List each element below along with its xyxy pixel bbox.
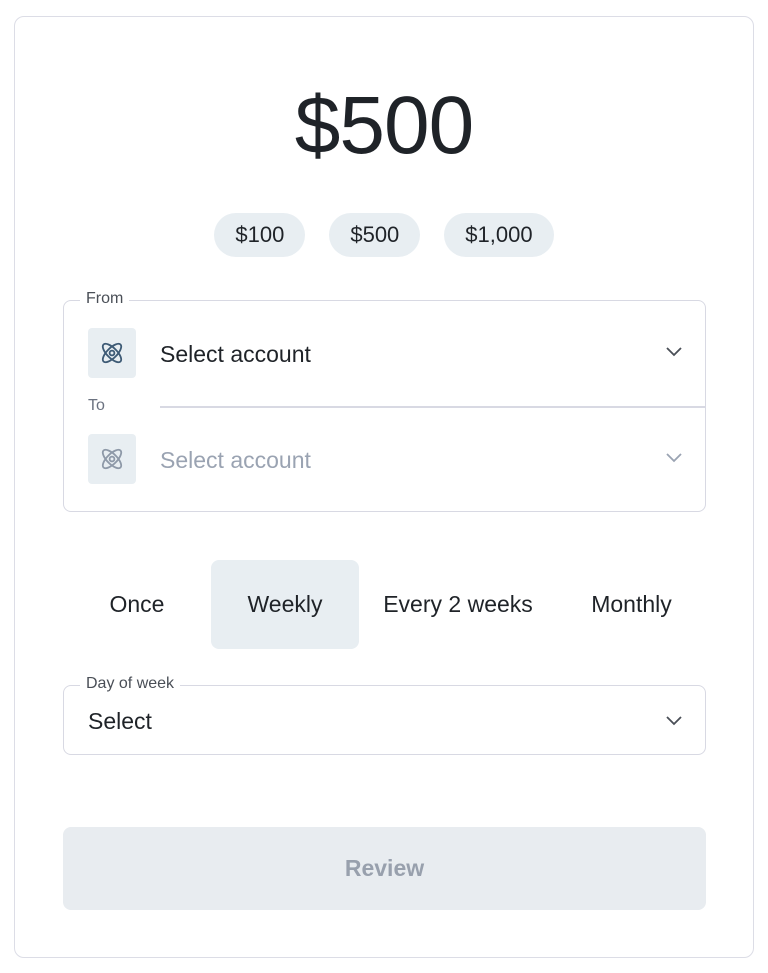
chevron-down-icon <box>666 347 682 357</box>
preset-amounts: $100 $500 $1,000 <box>15 213 753 257</box>
frequency-weekly[interactable]: Weekly <box>211 560 359 649</box>
linked-rings-icon <box>88 328 136 378</box>
frequency-monthly[interactable]: Monthly <box>557 560 706 649</box>
to-account-select[interactable]: Select account <box>64 407 705 513</box>
transfer-card: $500 $100 $500 $1,000 From Select accoun… <box>14 16 754 958</box>
frequency-once[interactable]: Once <box>63 560 211 649</box>
chevron-down-icon <box>666 716 682 726</box>
from-account-select[interactable]: Select account <box>64 301 705 407</box>
day-of-week-select[interactable]: Day of week Select <box>63 674 706 755</box>
to-account-text: Select account <box>160 446 311 473</box>
chevron-down-icon <box>666 453 682 463</box>
preset-chip-100[interactable]: $100 <box>214 213 306 257</box>
preset-chip-1000[interactable]: $1,000 <box>444 213 554 257</box>
linked-rings-icon <box>88 434 136 484</box>
accounts-fieldset: From Select account To Select account <box>63 289 706 513</box>
from-account-text: Select account <box>160 340 311 367</box>
amount-display[interactable]: $500 <box>15 85 753 167</box>
frequency-every-2-weeks[interactable]: Every 2 weeks <box>359 560 557 649</box>
preset-chip-500[interactable]: $500 <box>329 213 421 257</box>
frequency-selector: Once Weekly Every 2 weeks Monthly <box>63 560 706 649</box>
review-button[interactable]: Review <box>63 827 706 910</box>
day-of-week-value: Select <box>88 707 152 734</box>
